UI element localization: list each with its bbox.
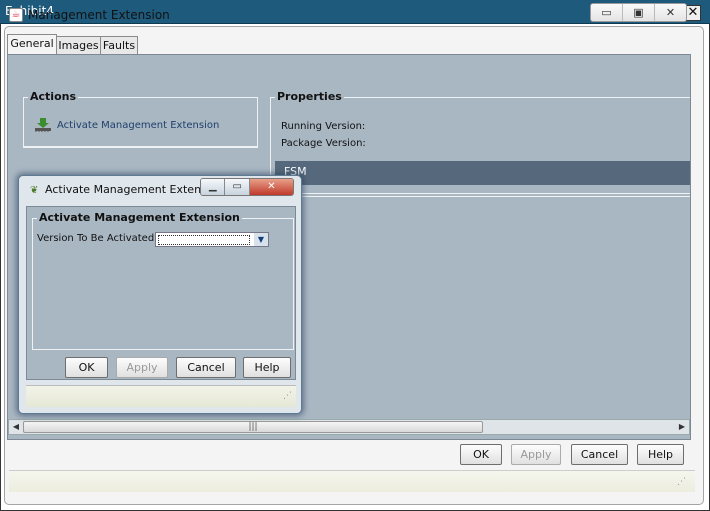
help-button[interactable]: Help [637,444,684,465]
dialog-resize-grip-icon[interactable]: ⋰ [283,391,292,401]
resize-grip-icon[interactable]: ⋰ [677,477,689,489]
actions-heading: Actions [28,90,78,103]
properties-divider [275,193,690,194]
tab-images[interactable]: Images [56,36,101,54]
close-button[interactable]: ✕ [655,4,686,21]
version-select[interactable]: ▼ [155,232,269,247]
chevron-down-icon[interactable]: ▼ [254,233,268,246]
scroll-right-arrow-icon[interactable]: ▶ [675,420,689,434]
apply-button[interactable]: Apply [511,444,561,465]
fsm-section-header[interactable]: FSM [275,161,690,185]
main-window-title: Management Extension [28,8,170,22]
dialog-status-bar [26,385,296,407]
dialog-ok-button[interactable]: OK [65,357,108,378]
dialog-title: Activate Management Exten... [45,183,212,196]
tab-general[interactable]: General [7,34,57,55]
main-status-bar [9,470,695,492]
horizontal-scrollbar[interactable]: ◀ ||| ▶ [8,419,690,435]
java-cup-icon: ☕ [9,8,23,22]
scroll-thumb[interactable]: ||| [23,421,483,433]
scroll-left-arrow-icon[interactable]: ◀ [9,420,23,434]
dialog-maximize-icon[interactable]: ▭ [225,179,250,195]
cancel-button[interactable]: Cancel [571,444,628,465]
dialog-app-icon: ❦ [30,185,39,196]
dialog-cancel-button[interactable]: Cancel [176,357,236,378]
restore-button[interactable]: ▣ [623,4,655,21]
activate-management-extension-action[interactable]: Activate Management Extension [34,118,219,132]
dialog-apply-button[interactable]: Apply [116,357,168,378]
dialog-help-button[interactable]: Help [243,357,291,378]
tab-faults[interactable]: Faults [100,36,138,54]
left-panel-divider [23,147,258,148]
dialog-window-controls: ▁ ▭ ✕ [200,178,294,196]
dialog-minimize-icon[interactable]: ▁ [201,179,226,195]
minimize-button[interactable]: ▭ [591,4,623,21]
properties-heading: Properties [275,90,344,103]
activate-group-heading: Activate Management Extension [37,211,242,224]
exhibit-close-button[interactable]: ✕ [685,5,701,21]
version-select-value [158,235,250,245]
running-version-label: Running Version: [281,121,366,132]
activate-management-extension-label: Activate Management Extension [57,119,220,131]
version-label: Version To Be Activated: [37,233,158,244]
package-version-label: Package Version: [281,138,366,149]
main-window-controls: ▭ ▣ ✕ [590,3,687,22]
download-arrow-icon [34,118,52,132]
dialog-close-icon[interactable]: ✕ [249,179,293,195]
activate-dialog: ❦ Activate Management Exten... ▁ ▭ ✕ Act… [18,175,302,414]
ok-button[interactable]: OK [460,444,502,465]
